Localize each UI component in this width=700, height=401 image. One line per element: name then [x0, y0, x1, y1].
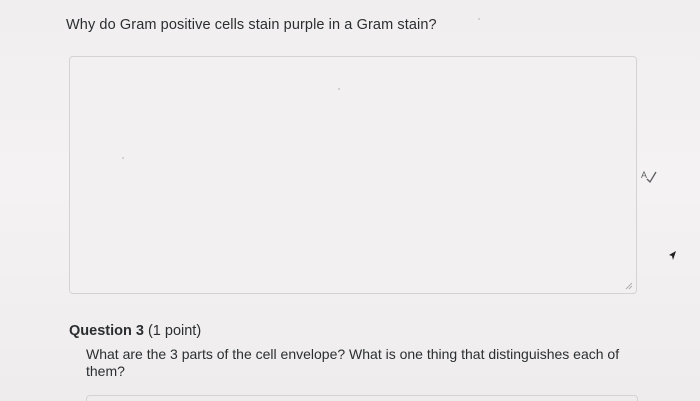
svg-text:A: A: [641, 170, 647, 180]
screen-speck: [122, 157, 124, 159]
question-3-title: Question 3: [69, 323, 144, 339]
quiz-page: Why do Gram positive cells stain purple …: [0, 0, 700, 401]
question-3-points: (1 point): [147, 323, 202, 339]
question-3-prompt: What are the 3 parts of the cell envelop…: [86, 346, 620, 379]
screen-speck: [338, 88, 340, 90]
question-2-answer-textarea[interactable]: [69, 56, 637, 294]
resize-grip-icon[interactable]: [625, 282, 633, 290]
spellcheck-icon[interactable]: A: [640, 168, 658, 184]
screen-speck: [478, 18, 480, 20]
question-2-prompt: Why do Gram positive cells stain purple …: [66, 17, 437, 33]
question-3-heading: Question 3 (1 point): [69, 323, 201, 339]
question-3-answer-textarea[interactable]: [86, 395, 638, 401]
mouse-cursor-icon: [669, 251, 676, 260]
